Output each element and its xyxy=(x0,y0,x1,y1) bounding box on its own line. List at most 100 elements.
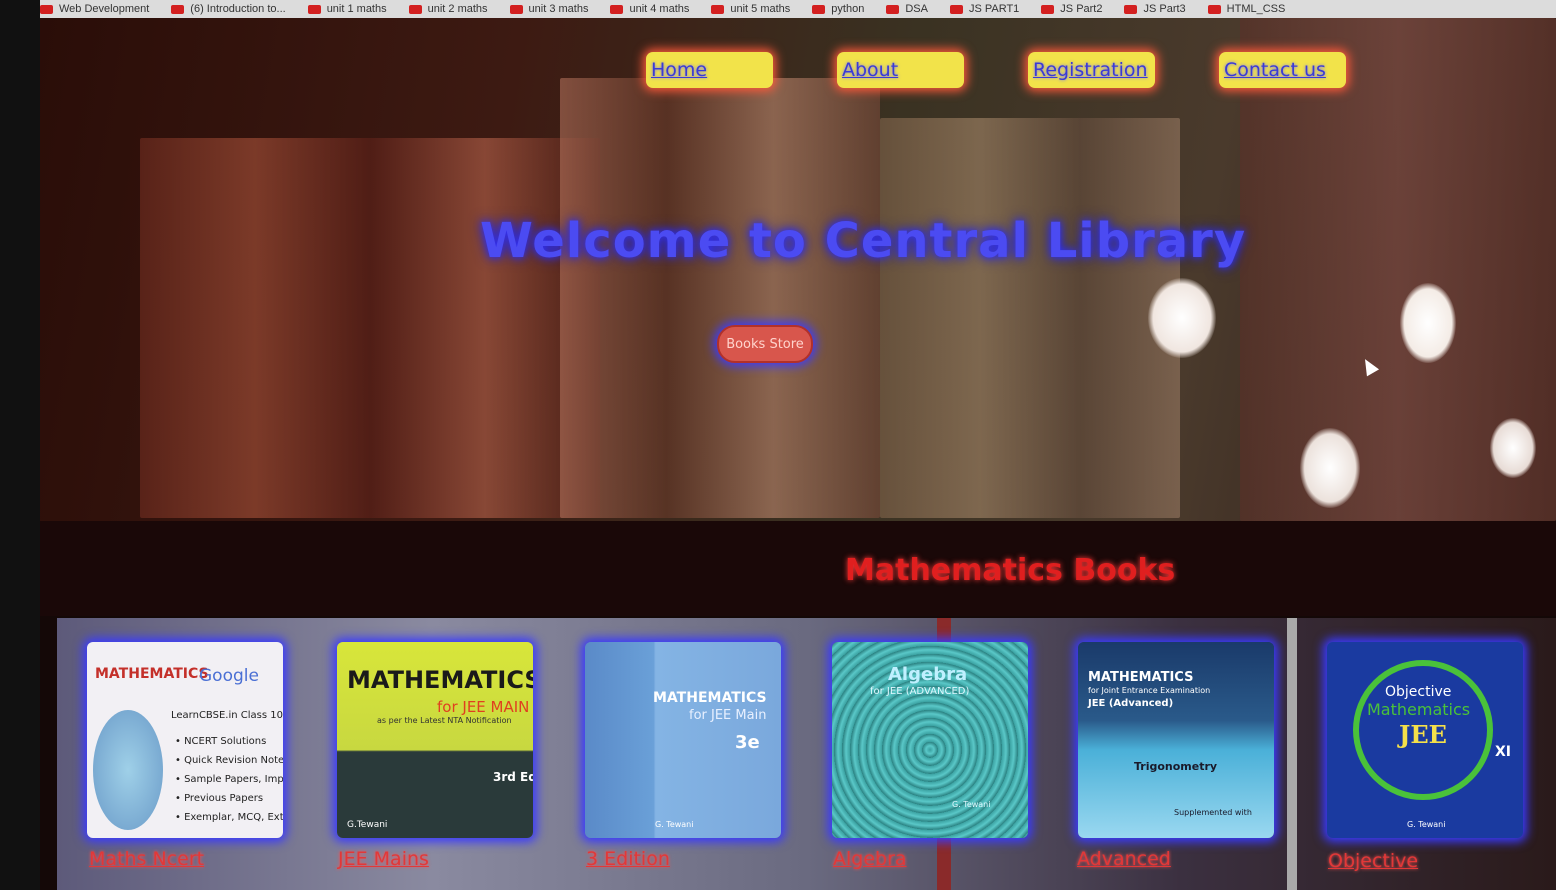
hero-section: Home About Registration Contact us Welco… xyxy=(40,18,1556,521)
nav-about-button[interactable]: About xyxy=(837,52,964,88)
cover-line: G.Tewani xyxy=(347,820,388,830)
nav-registration-label[interactable]: Registration xyxy=(1033,59,1148,81)
light-bulb xyxy=(1300,428,1360,508)
youtube-icon xyxy=(886,4,900,14)
book-cover-sub: Google xyxy=(199,666,259,686)
bookmark-label[interactable]: (6) Introduction to... xyxy=(190,3,285,15)
youtube-icon xyxy=(1041,4,1055,14)
bookmarks-bar: Web Development (6) Introduction to... uni… xyxy=(40,0,1556,18)
book-cover-advanced[interactable]: MATHEMATICS for Joint Entrance Examinati… xyxy=(1078,642,1274,838)
book-cover-sub: Mathematics xyxy=(1367,700,1471,719)
book-cover-title: MATHEMATICS xyxy=(95,666,209,682)
bookmark-label[interactable]: DSA xyxy=(905,3,928,15)
cover-line: 3rd Ed. xyxy=(493,770,533,784)
cover-line: G. Tewani xyxy=(952,800,991,809)
cover-line: • Sample Papers, Imp Ques xyxy=(175,774,283,785)
cover-line: for Joint Entrance Examination xyxy=(1088,686,1211,695)
cover-illustration xyxy=(93,710,163,830)
book-cover-objective[interactable]: Objective Mathematics JEE XI G. Tewani xyxy=(1327,642,1523,838)
bookmark-item[interactable]: JS Part2 xyxy=(1041,3,1102,15)
bookmark-item[interactable]: unit 2 maths xyxy=(408,3,488,15)
bookmark-label[interactable]: JS PART1 xyxy=(969,3,1019,15)
bookmark-label[interactable]: unit 1 maths xyxy=(327,3,387,15)
section-title: Mathematics Books xyxy=(845,553,1176,588)
youtube-icon xyxy=(171,4,185,14)
screen-bezel xyxy=(0,0,42,890)
bookmark-label[interactable]: unit 3 maths xyxy=(529,3,589,15)
bookmark-item[interactable]: HTML_CSS xyxy=(1207,3,1286,15)
book-cover-3-edition[interactable]: MATHEMATICS for JEE Main 3e G. Tewani xyxy=(585,642,781,838)
book-link-3-edition[interactable]: 3 Edition xyxy=(586,848,670,870)
web-page: Home About Registration Contact us Welco… xyxy=(40,18,1556,890)
cover-line: Supplemented with xyxy=(1174,808,1252,817)
light-bulb xyxy=(1490,418,1536,478)
bookmark-item[interactable]: JS Part3 xyxy=(1124,3,1186,15)
cover-line: 3e xyxy=(735,732,760,753)
bookmark-label[interactable]: unit 2 maths xyxy=(428,3,488,15)
bookmark-label[interactable]: Web Development xyxy=(59,3,149,15)
bookmark-item[interactable]: unit 5 maths xyxy=(711,3,790,15)
bookmark-label[interactable]: python xyxy=(831,3,864,15)
youtube-icon xyxy=(610,4,624,14)
bookmark-item[interactable]: unit 1 maths xyxy=(307,3,387,15)
book-cover-title: MATHEMATICS xyxy=(347,666,533,694)
bookmark-item[interactable]: unit 3 maths xyxy=(509,3,589,15)
books-store-label[interactable]: Books Store xyxy=(726,337,804,352)
book-cover-title: MATHEMATICS xyxy=(653,690,767,706)
nav-contact-label[interactable]: Contact us xyxy=(1224,59,1326,81)
youtube-icon xyxy=(812,4,826,14)
book-link-jee-mains[interactable]: JEE Mains xyxy=(338,848,429,870)
books-gallery: MATHEMATICS Google LearnCBSE.in Class 10… xyxy=(57,618,1556,890)
cover-line: • NCERT Solutions xyxy=(175,736,267,747)
books-store-button[interactable]: Books Store xyxy=(717,325,813,363)
nav-contact-button[interactable]: Contact us xyxy=(1219,52,1346,88)
bookmark-item[interactable]: python xyxy=(812,3,864,15)
bookmark-label[interactable]: JS Part3 xyxy=(1143,3,1185,15)
cover-line: G. Tewani xyxy=(1407,820,1446,829)
light-bulb xyxy=(1400,283,1456,363)
nav-home-label[interactable]: Home xyxy=(651,59,707,81)
book-link-objective[interactable]: Objective xyxy=(1328,850,1418,872)
nav-registration-button[interactable]: Registration xyxy=(1028,52,1155,88)
book-link-algebra[interactable]: Algebra xyxy=(833,848,907,870)
book-cover-title: MATHEMATICS xyxy=(1088,670,1194,685)
nav-about-label[interactable]: About xyxy=(842,59,898,81)
bookmark-label[interactable]: HTML_CSS xyxy=(1227,3,1286,15)
bookmark-item[interactable]: JS PART1 xyxy=(949,3,1019,15)
bookmark-label[interactable]: unit 4 maths xyxy=(629,3,689,15)
book-cover-sub: for JEE Main xyxy=(689,708,767,723)
bg-stripe xyxy=(1287,618,1297,890)
cover-line: • Exemplar, MCQ, Extra Ques xyxy=(175,812,283,823)
bookmark-label[interactable]: unit 5 maths xyxy=(730,3,790,15)
cover-line: Trigonometry xyxy=(1134,760,1218,773)
bookshelf-bg xyxy=(560,78,880,518)
bookmark-item[interactable]: Web Development xyxy=(40,3,149,15)
book-cover-ncert[interactable]: MATHEMATICS Google LearnCBSE.in Class 10… xyxy=(87,642,283,838)
youtube-icon xyxy=(40,4,53,14)
bookmark-item[interactable]: DSA xyxy=(886,3,928,15)
youtube-icon xyxy=(949,4,963,14)
cover-line: • Quick Revision Notes xyxy=(175,755,283,766)
cover-line: as per the Latest NTA Notification xyxy=(377,716,512,725)
youtube-icon xyxy=(307,4,321,14)
section-header: Mathematics Books xyxy=(40,521,1556,616)
nav-home-button[interactable]: Home xyxy=(646,52,773,88)
cover-line: LearnCBSE.in Class 10 Maths xyxy=(171,710,283,721)
bookmark-item[interactable]: (6) Introduction to... xyxy=(171,3,286,15)
bookmark-label[interactable]: JS Part2 xyxy=(1060,3,1102,15)
youtube-icon xyxy=(408,4,422,14)
book-cover-sub: for JEE (ADVANCED) xyxy=(870,686,970,697)
youtube-icon xyxy=(711,4,725,14)
book-cover-algebra[interactable]: Algebra for JEE (ADVANCED) G. Tewani xyxy=(832,642,1028,838)
cover-line: • Previous Papers xyxy=(175,793,264,804)
book-cover-title: Algebra xyxy=(888,664,968,685)
book-link-advanced[interactable]: Advanced xyxy=(1077,848,1171,870)
book-cover-sub: for JEE MAIN xyxy=(437,698,530,716)
book-link-maths-ncert[interactable]: Maths Ncert xyxy=(89,848,204,870)
book-cover-jee-mains[interactable]: MATHEMATICS for JEE MAIN as per the Late… xyxy=(337,642,533,838)
bookmark-item[interactable]: unit 4 maths xyxy=(610,3,689,15)
youtube-icon xyxy=(1124,4,1138,14)
youtube-icon xyxy=(509,4,523,14)
bookshelf-bg xyxy=(880,118,1180,518)
cover-line: XI xyxy=(1495,744,1512,760)
